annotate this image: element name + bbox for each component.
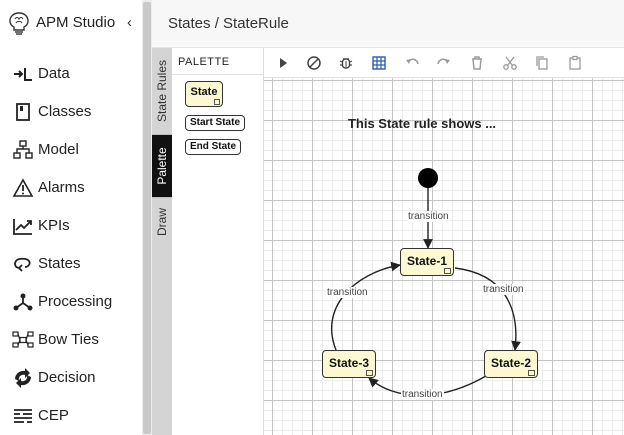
palette-end-state-label: End State [189,141,237,152]
diagram-title: This State rule shows ... [347,116,497,131]
tab-label: Draw [155,207,169,237]
redo-button[interactable] [435,54,453,72]
states-loop-icon [14,257,31,272]
sidebar-item-bow-ties[interactable]: Bow Ties [0,322,142,358]
cep-icon [14,409,32,423]
brand-header: APM Studio ‹ [0,0,142,50]
tab-draw[interactable]: Draw [152,198,172,246]
paste-icon [569,55,581,70]
edge-label: transition [326,287,369,298]
sidebar-item-label: Model [38,141,79,158]
expand-box-icon[interactable] [528,370,535,376]
tab-label: Palette [155,147,169,185]
copy-button[interactable] [533,54,551,72]
diagram-toolbar [264,48,624,78]
palette-start-state-node[interactable]: Start State [185,115,245,131]
edge-label: transition [482,284,525,295]
edge-label: transition [407,211,450,222]
kpi-trend-icon [13,219,32,235]
sidebar-item-model[interactable]: Model [0,132,142,168]
undo-button[interactable] [403,54,421,72]
cut-button[interactable] [501,54,519,72]
sidebar-item-label: States [38,255,81,272]
classes-icon [16,103,30,121]
grid-toggle-button[interactable] [370,54,388,72]
state-label: State-2 [490,356,531,370]
vertical-tab-strip: State Rules Palette Draw [152,48,172,435]
grid-icon [372,56,386,70]
sidebar-item-label: Decision [38,369,96,386]
state-label: State-3 [328,356,369,370]
sidebar-item-kpis[interactable]: KPIs [0,208,142,244]
paste-button[interactable] [566,54,584,72]
data-import-icon [14,68,32,81]
sidebar-item-states[interactable]: States [0,246,142,282]
tab-state-rules[interactable]: State Rules [152,48,172,134]
edge-state3-to-state1[interactable] [330,261,401,351]
sidebar-item-label: Processing [38,293,113,310]
sidebar-item-label: CEP [38,407,69,424]
bow-ties-icon [12,331,34,348]
tab-label: State Rules [155,59,169,123]
delete-icon [472,56,482,70]
state-node-state-3[interactable]: State-3 [322,350,376,378]
cut-icon [503,56,517,70]
breadcrumb: States / StateRule [168,15,289,32]
start-state-node[interactable] [418,168,438,188]
redo-icon [437,58,450,65]
debug-icon [339,57,353,69]
tab-palette[interactable]: Palette [152,135,172,197]
sidebar-item-label: Bow Ties [38,331,99,348]
sidebar-item-data[interactable]: Data [0,56,142,92]
sidebar-item-label: Data [38,65,70,82]
state-label: State-1 [406,254,447,268]
edge-state1-to-state2[interactable] [454,267,521,351]
palette-title: PALETTE [178,56,230,68]
sidebar-item-label: Alarms [38,179,85,196]
page-header: States / StateRule [152,0,624,48]
play-icon [280,58,287,68]
cancel-icon [307,56,321,70]
sidebar-item-label: Classes [38,103,92,120]
model-hierarchy-icon [13,140,33,159]
cancel-button[interactable] [305,54,323,72]
palette-start-state-label: Start State [189,117,240,128]
undo-icon [406,58,419,65]
palette-end-state-node[interactable]: End State [185,139,241,155]
decision-icon [15,368,31,388]
sidebar-item-decision[interactable]: Decision [0,360,142,396]
palette-state-node[interactable]: State [185,81,223,107]
processing-icon [13,293,33,311]
expand-box-icon [214,99,220,105]
brain-bulb-logo-icon [9,12,29,35]
warning-triangle-icon [12,178,34,197]
palette-divider [172,74,264,75]
diagram-canvas[interactable]: This State rule shows ... transition tra… [264,78,624,435]
expand-box-icon[interactable] [444,268,451,274]
delete-button[interactable] [468,54,486,72]
sidebar-item-alarms[interactable]: Alarms [0,170,142,206]
state-node-state-1[interactable]: State-1 [400,248,454,276]
palette-state-label: State [190,86,218,98]
sidebar-item-label: KPIs [38,217,70,234]
collapse-sidebar-chevron-icon[interactable]: ‹ [127,14,132,31]
sidebar-item-processing[interactable]: Processing [0,284,142,320]
debug-button[interactable] [337,54,355,72]
sidebar-scrollbar-thumb[interactable] [143,2,151,434]
sidebar-item-classes[interactable]: Classes [0,94,142,130]
app-title: APM Studio [36,14,116,31]
state-node-state-2[interactable]: State-2 [484,350,538,378]
play-button[interactable] [274,54,292,72]
sidebar-item-cep[interactable]: CEP [0,398,142,434]
expand-box-icon[interactable] [366,370,373,376]
palette-panel: PALETTE State Start State End State [172,48,264,435]
edge-label: transition [401,389,444,400]
copy-icon [536,56,548,70]
app-sidebar: APM Studio ‹ Data Classes Model Alarms K… [0,0,142,435]
